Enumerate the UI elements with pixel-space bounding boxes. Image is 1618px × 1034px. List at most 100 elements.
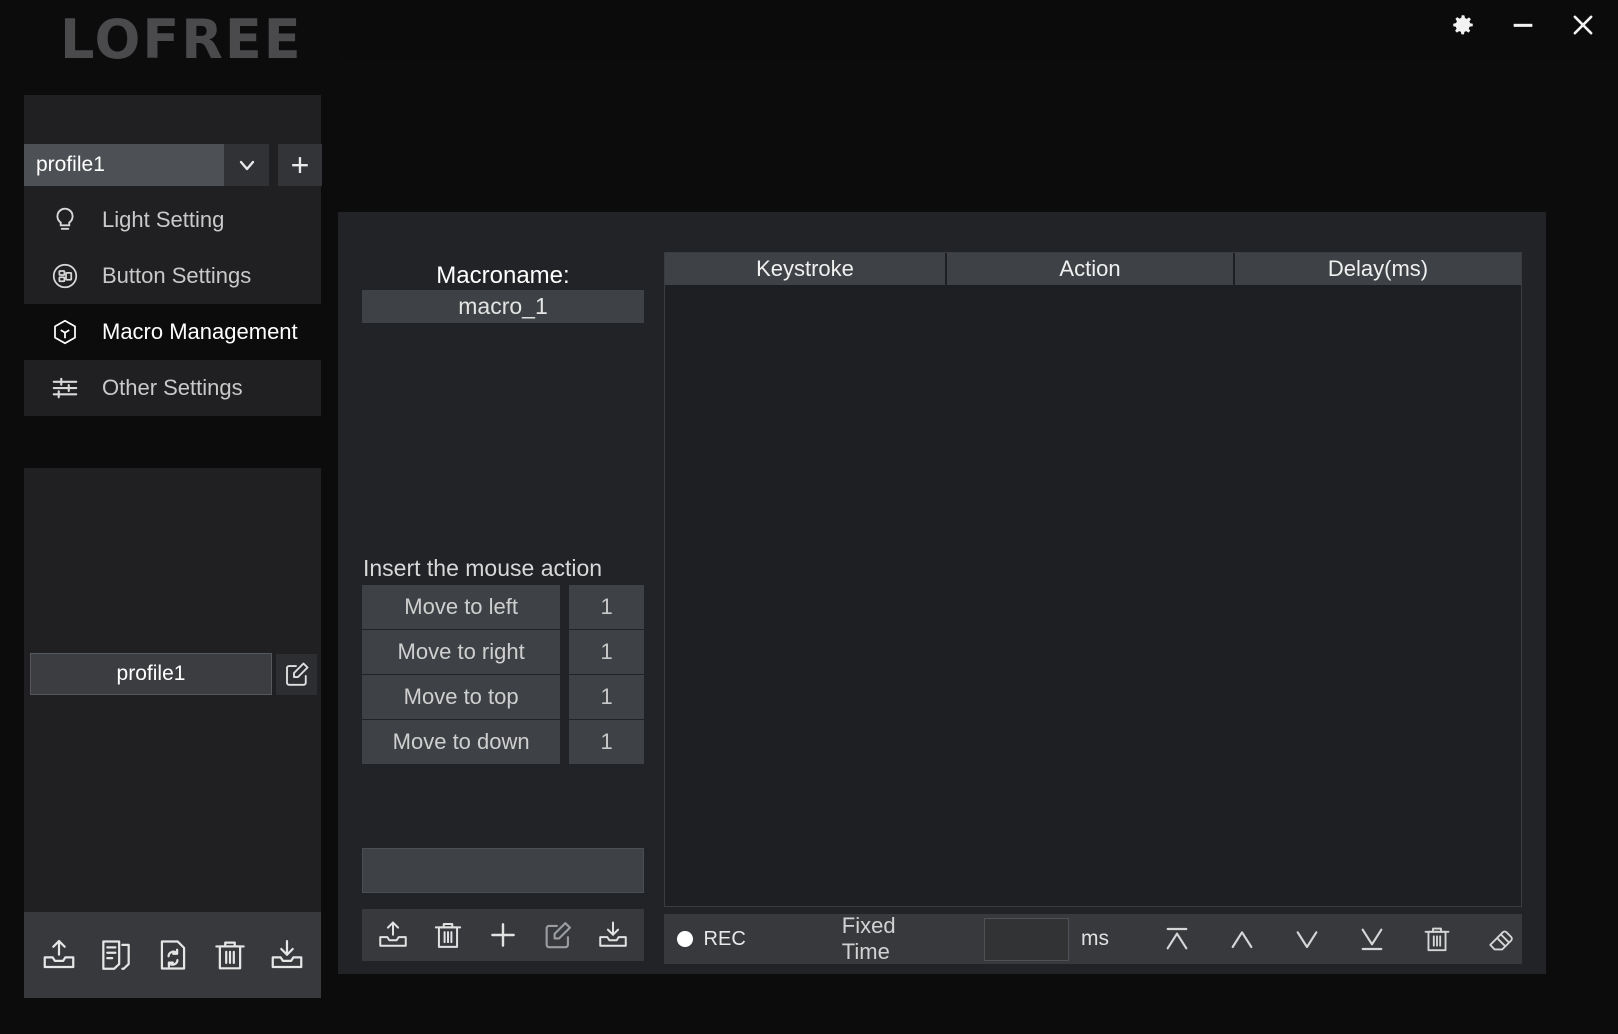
close-button[interactable] (1566, 8, 1600, 42)
macro-toolbar (362, 909, 644, 961)
bulb-icon (50, 205, 90, 235)
macro-text-input[interactable] (362, 848, 644, 893)
add-macro-button[interactable] (482, 914, 524, 956)
move-to-left-button[interactable]: Move to left (362, 585, 561, 629)
profile-selector-panel: profile1 + (24, 95, 322, 192)
import-profile-button[interactable] (264, 932, 310, 978)
app-logo: LOFREE (60, 8, 303, 71)
application-window: LOFREE profile1 + Light Setting Button S… (0, 0, 1618, 1034)
macro-name-label: Macroname: (436, 262, 570, 289)
sidebar-toolbar (24, 912, 321, 998)
minimize-icon (1513, 23, 1533, 27)
record-button[interactable]: REC (704, 928, 746, 951)
gear-icon (1453, 15, 1473, 35)
move-to-right-button[interactable]: Move to right (362, 630, 561, 674)
list-item: Move to down 1 (362, 720, 644, 764)
plus-icon (491, 923, 515, 947)
clear-all-button[interactable] (1482, 919, 1522, 959)
window-controls (1446, 8, 1600, 42)
rename-macro-button[interactable] (537, 914, 579, 956)
mouse-action-list: Move to left 1 Move to right 1 Move to t… (362, 585, 644, 765)
reset-profile-button[interactable] (150, 932, 196, 978)
chevron-up-icon (1231, 931, 1253, 949)
ms-unit-label: ms (1081, 927, 1109, 950)
trash-icon (214, 941, 245, 970)
table-body[interactable] (665, 285, 1521, 905)
delay-ms-input[interactable] (984, 917, 1069, 961)
profile-list-item[interactable]: profile1 (30, 653, 272, 695)
sidebar-item-light-setting[interactable]: Light Setting (24, 192, 321, 248)
minimize-button[interactable] (1506, 8, 1540, 42)
profile-select[interactable]: profile1 (24, 144, 224, 186)
copy-document-icon (101, 940, 130, 970)
macro-name-input[interactable]: macro_1 (362, 290, 644, 323)
sidebar: LOFREE profile1 + Light Setting Button S… (0, 0, 338, 1034)
import-macro-button[interactable] (592, 914, 634, 956)
delete-macro-button[interactable] (427, 914, 469, 956)
main-panel: Macroname: macro_1 Insert the mouse acti… (338, 212, 1546, 974)
export-tray-icon (43, 939, 74, 969)
trash-icon (1424, 927, 1450, 952)
list-item: Move to left 1 (362, 585, 644, 629)
insert-mouse-action-label: Insert the mouse action (363, 555, 603, 581)
sidebar-item-label: Other Settings (102, 375, 243, 400)
chevron-down-icon (1296, 931, 1318, 949)
move-to-bottom-button[interactable] (1352, 919, 1392, 959)
move-to-top-value[interactable]: 1 (569, 675, 644, 719)
edit-square-icon (545, 922, 571, 949)
row-controls (1157, 919, 1522, 959)
sidebar-item-button-settings[interactable]: Button Settings (24, 248, 321, 304)
table-header-row: Keystroke Action Delay(ms) (665, 253, 1521, 285)
delete-profile-button[interactable] (207, 932, 253, 978)
chevron-down-icon (239, 160, 254, 171)
sidebar-item-label: Macro Management (102, 319, 298, 344)
cube-icon (50, 317, 90, 347)
record-dot-icon (677, 931, 693, 947)
fixed-time-button[interactable]: Fixed Time (842, 913, 947, 965)
export-macro-button[interactable] (372, 914, 414, 956)
delete-row-button[interactable] (1417, 919, 1457, 959)
move-up-button[interactable] (1222, 919, 1262, 959)
close-icon (1573, 15, 1593, 35)
sidebar-item-label: Button Settings (102, 263, 252, 288)
move-down-button[interactable] (1287, 919, 1327, 959)
move-to-down-value[interactable]: 1 (569, 720, 644, 764)
sidebar-nav: Light Setting Button Settings Macro Mana… (24, 192, 321, 416)
move-to-bottom-icon (1361, 928, 1383, 951)
refresh-document-icon (160, 940, 185, 970)
move-to-left-value[interactable]: 1 (569, 585, 644, 629)
move-to-down-button[interactable]: Move to down (362, 720, 561, 764)
eraser-icon (1489, 930, 1513, 951)
edit-square-icon (285, 662, 308, 686)
sidebar-item-other-settings[interactable]: Other Settings (24, 360, 321, 416)
list-item: Move to right 1 (362, 630, 644, 674)
column-header-action: Action (947, 253, 1235, 285)
trash-icon (435, 922, 462, 948)
sidebar-item-label: Light Setting (102, 207, 225, 232)
macro-config-column: Macroname: macro_1 Insert the mouse acti… (362, 212, 644, 974)
column-header-delay: Delay(ms) (1235, 253, 1521, 285)
record-toolbar: REC Fixed Time ms (664, 913, 1522, 965)
profile-dropdown-toggle[interactable] (224, 144, 269, 186)
column-header-keystroke: Keystroke (665, 253, 947, 285)
move-to-top-button[interactable] (1157, 919, 1197, 959)
import-tray-icon (271, 939, 302, 969)
export-tray-icon (379, 921, 408, 947)
duplicate-profile-button[interactable] (93, 932, 139, 978)
sidebar-item-macro-management[interactable]: Macro Management (24, 304, 321, 360)
move-to-top-button[interactable]: Move to top (362, 675, 561, 719)
macro-steps-table: Keystroke Action Delay(ms) (664, 252, 1522, 907)
move-to-top-icon (1166, 927, 1188, 950)
sliders-icon (50, 373, 90, 403)
settings-button[interactable] (1446, 8, 1480, 42)
import-tray-icon (598, 921, 627, 947)
list-item: Move to top 1 (362, 675, 644, 719)
export-profile-button[interactable] (36, 932, 82, 978)
add-profile-button[interactable]: + (278, 144, 322, 186)
button-circle-icon (50, 261, 90, 291)
move-to-right-value[interactable]: 1 (569, 630, 644, 674)
list-item: profile1 (30, 653, 317, 695)
profile-selector-row: profile1 + (24, 144, 322, 186)
edit-profile-button[interactable] (276, 653, 317, 695)
profile-list: profile1 (24, 468, 321, 912)
